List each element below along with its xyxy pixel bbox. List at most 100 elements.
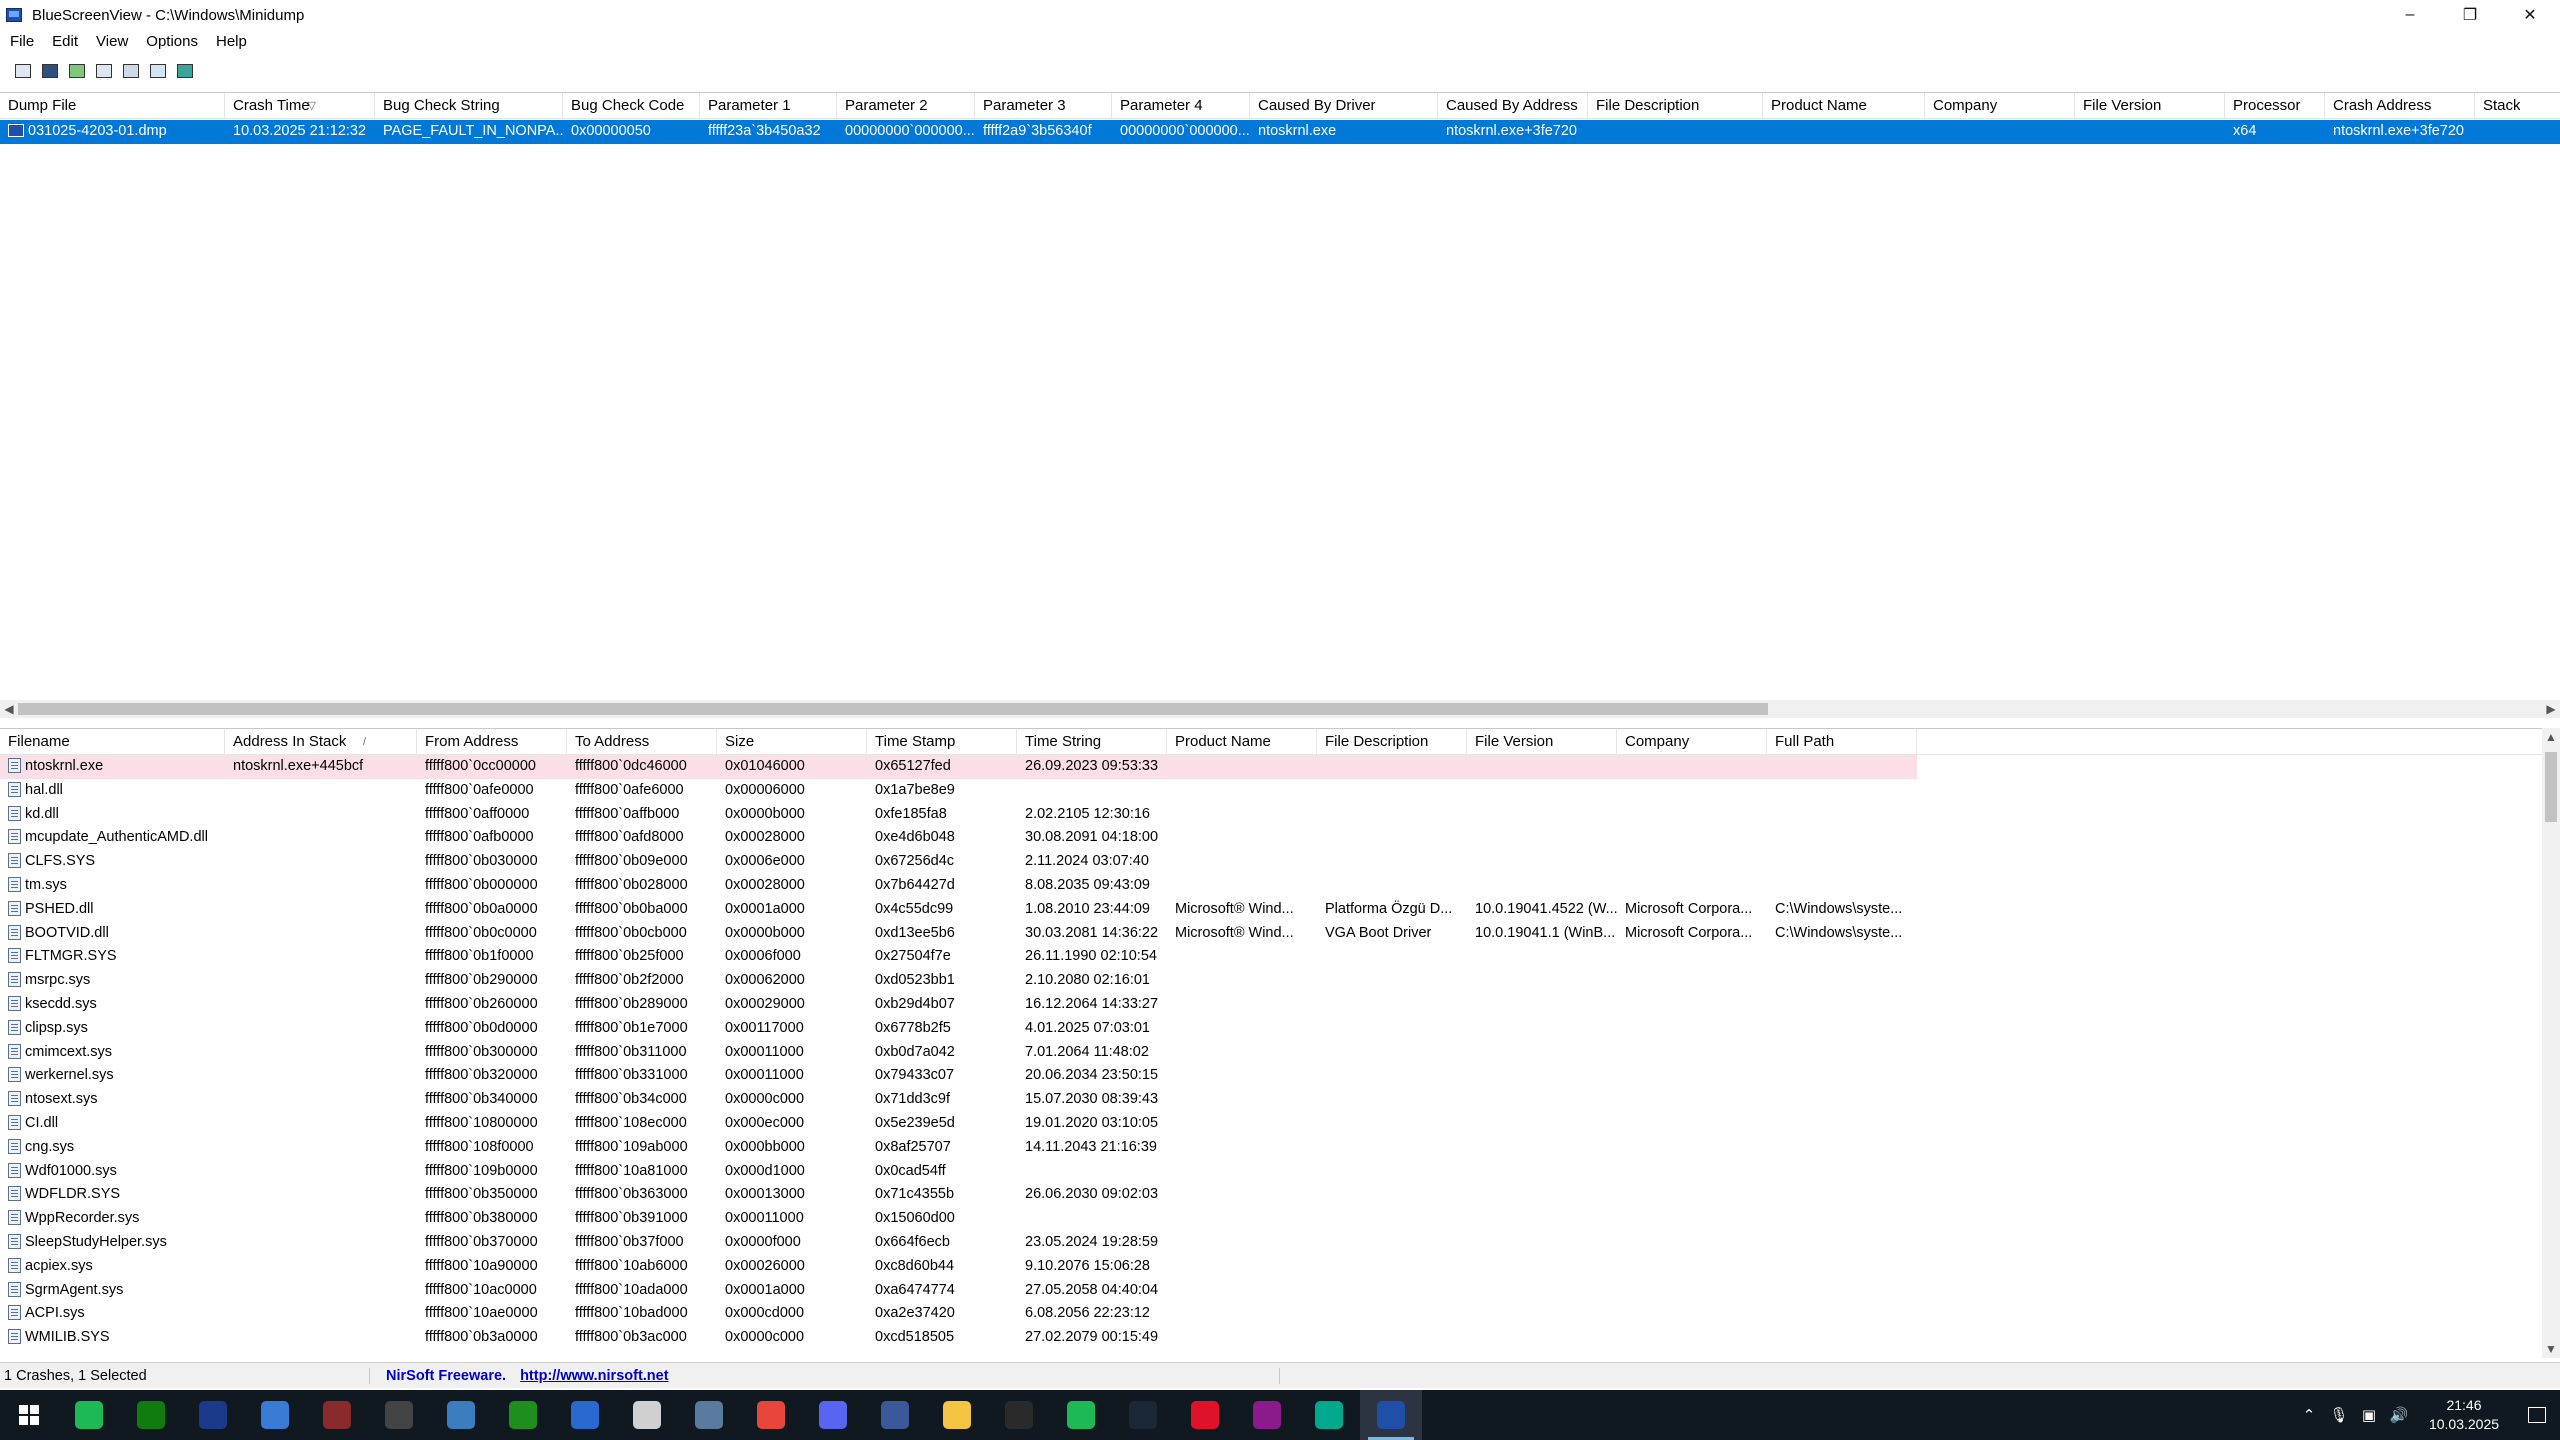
driver-row[interactable]: BOOTVID.dll fffff800`0b0c0000 fffff800`0b0… bbox=[0, 922, 2542, 946]
taskbar-equalizer-app-button[interactable] bbox=[554, 1390, 616, 1440]
driver-row[interactable]: WDFLDR.SYS fffff800`0b350000 fffff800`0b36… bbox=[0, 1183, 2542, 1207]
notification-center-icon[interactable] bbox=[2514, 1390, 2560, 1440]
taskbar-files-app-button[interactable] bbox=[678, 1390, 740, 1440]
driver-row[interactable]: acpiex.sys fffff800`10a90000 fffff800`10ab… bbox=[0, 1255, 2542, 1279]
copy-icon[interactable] bbox=[93, 60, 115, 82]
menu-edit[interactable]: Edit bbox=[42, 33, 86, 50]
taskbar-bluescreenview-button[interactable] bbox=[1360, 1390, 1422, 1440]
driver-list-vscrollbar[interactable]: ▲ ▼ bbox=[2542, 728, 2560, 1358]
col-address-in-stack[interactable]: Address In Stack / bbox=[225, 729, 417, 755]
taskbar-app-window-button[interactable] bbox=[306, 1390, 368, 1440]
driver-row[interactable]: FLTMGR.SYS fffff800`0b1f0000 fffff800`0b25… bbox=[0, 945, 2542, 969]
taskbar-epic-games-button[interactable] bbox=[988, 1390, 1050, 1440]
taskbar-store-button[interactable] bbox=[244, 1390, 306, 1440]
col-full-path[interactable]: Full Path bbox=[1767, 729, 1917, 755]
driver-row[interactable]: ntosext.sys fffff800`0b340000 fffff800`0b3… bbox=[0, 1088, 2542, 1112]
driver-row[interactable]: ntoskrnl.exe ntoskrnl.exe+445bcf fffff800`… bbox=[0, 755, 2542, 779]
col-parameter-3[interactable]: Parameter 3 bbox=[975, 93, 1112, 119]
minimize-button[interactable]: – bbox=[2380, 0, 2440, 30]
driver-row[interactable]: kd.dll fffff800`0aff0000 fffff800`0affb000… bbox=[0, 803, 2542, 827]
taskbar-compass-app-button[interactable] bbox=[616, 1390, 678, 1440]
driver-row[interactable]: WMILIB.SYS fffff800`0b3a0000 fffff800`0b3a… bbox=[0, 1326, 2542, 1350]
driver-row[interactable]: ACPI.sys fffff800`10ae0000 fffff800`10bad0… bbox=[0, 1302, 2542, 1326]
nirsoft-url[interactable]: http://www.nirsoft.net bbox=[520, 1368, 668, 1384]
hscroll-thumb[interactable] bbox=[18, 703, 1768, 715]
driver-row[interactable]: tm.sys fffff800`0b000000 fffff800`0b028000… bbox=[0, 874, 2542, 898]
col-company[interactable]: Company bbox=[1925, 93, 2075, 119]
taskbar-kaspersky-button[interactable] bbox=[1298, 1390, 1360, 1440]
driver-row[interactable]: ksecdd.sys fffff800`0b260000 fffff800`0b28… bbox=[0, 993, 2542, 1017]
mic-icon[interactable]: 🎙 bbox=[2324, 1406, 2354, 1424]
save-icon[interactable] bbox=[39, 60, 61, 82]
col-processor[interactable]: Processor bbox=[2225, 93, 2325, 119]
network-icon[interactable]: ▣ bbox=[2354, 1406, 2384, 1424]
col-dump-file[interactable]: Dump File bbox=[0, 93, 225, 119]
col-crash-address[interactable]: Crash Address bbox=[2325, 93, 2475, 119]
crash-list-hscrollbar[interactable]: ◀ ▶ bbox=[0, 700, 2560, 718]
driver-row[interactable]: mcupdate_AuthenticAMD.dll fffff800`0afb00… bbox=[0, 826, 2542, 850]
driver-row[interactable]: clipsp.sys fffff800`0b0d0000 fffff800`0b1e… bbox=[0, 1017, 2542, 1041]
taskbar-xbox-game-button[interactable] bbox=[492, 1390, 554, 1440]
taskbar-discord-button[interactable] bbox=[802, 1390, 864, 1440]
driver-row[interactable]: CI.dll fffff800`10800000 fffff800`108ec000… bbox=[0, 1112, 2542, 1136]
col-product-name[interactable]: Product Name bbox=[1167, 729, 1317, 755]
find-icon[interactable] bbox=[147, 60, 169, 82]
scroll-up-icon[interactable]: ▲ bbox=[2542, 728, 2560, 746]
crash-row[interactable]: 031025-4203-01.dmp 10.03.2025 21:12:32 P… bbox=[0, 120, 2560, 144]
col-from-address[interactable]: From Address bbox=[417, 729, 567, 755]
scroll-right-icon[interactable]: ▶ bbox=[2542, 700, 2560, 718]
col-time-string[interactable]: Time String bbox=[1017, 729, 1167, 755]
col-product-name[interactable]: Product Name bbox=[1763, 93, 1925, 119]
taskbar-winrar-button[interactable] bbox=[1236, 1390, 1298, 1440]
scroll-down-icon[interactable]: ▼ bbox=[2542, 1340, 2560, 1358]
col-file-description[interactable]: File Description bbox=[1588, 93, 1763, 119]
taskbar-opera-button[interactable] bbox=[1174, 1390, 1236, 1440]
driver-row[interactable]: PSHED.dll fffff800`0b0a0000 fffff800`0b0ba… bbox=[0, 898, 2542, 922]
refresh-icon[interactable] bbox=[66, 60, 88, 82]
properties-icon[interactable] bbox=[12, 60, 34, 82]
col-company[interactable]: Company bbox=[1617, 729, 1767, 755]
taskbar-file-explorer-button[interactable] bbox=[926, 1390, 988, 1440]
col-file-version[interactable]: File Version bbox=[2075, 93, 2225, 119]
restore-button[interactable]: ❐ bbox=[2440, 0, 2500, 30]
close-button[interactable]: ✕ bbox=[2500, 0, 2560, 30]
driver-row[interactable]: SleepStudyHelper.sys fffff800`0b370000 fff… bbox=[0, 1231, 2542, 1255]
volume-icon[interactable]: 🔊 bbox=[2384, 1406, 2414, 1424]
taskbar-clock[interactable]: 21:46 10.03.2025 bbox=[2414, 1396, 2514, 1434]
driver-row[interactable]: cng.sys fffff800`108f0000 fffff800`109ab00… bbox=[0, 1136, 2542, 1160]
driver-row[interactable]: Wdf01000.sys fffff800`109b0000 fffff800`10… bbox=[0, 1160, 2542, 1184]
col-bug-check-string[interactable]: Bug Check String bbox=[375, 93, 563, 119]
col-bug-check-code[interactable]: Bug Check Code bbox=[563, 93, 700, 119]
taskbar-chrome-button[interactable] bbox=[740, 1390, 802, 1440]
taskbar-xbox-button[interactable] bbox=[120, 1390, 182, 1440]
col-caused-by-driver[interactable]: Caused By Driver bbox=[1250, 93, 1438, 119]
col-size[interactable]: Size bbox=[717, 729, 867, 755]
driver-row[interactable]: hal.dll fffff800`0afe0000 fffff800`0afe600… bbox=[0, 779, 2542, 803]
nirsoft-link[interactable]: NirSoft Freeware. http://www.nirsoft.net bbox=[370, 1367, 1280, 1384]
col-stack-address[interactable]: Stack Addre bbox=[2475, 93, 2520, 119]
driver-row[interactable]: WppRecorder.sys fffff800`0b380000 fffff800… bbox=[0, 1207, 2542, 1231]
driver-row[interactable]: msrpc.sys fffff800`0b290000 fffff800`0b2f2… bbox=[0, 969, 2542, 993]
col-parameter-4[interactable]: Parameter 4 bbox=[1112, 93, 1250, 119]
start-button[interactable] bbox=[0, 1390, 58, 1440]
col-to-address[interactable]: To Address bbox=[567, 729, 717, 755]
col-crash-time[interactable]: Crash Time ▽ bbox=[225, 93, 375, 119]
scroll-left-icon[interactable]: ◀ bbox=[0, 700, 18, 718]
col-time-stamp[interactable]: Time Stamp bbox=[867, 729, 1017, 755]
taskbar-steam-button[interactable] bbox=[1112, 1390, 1174, 1440]
menu-view[interactable]: View bbox=[86, 33, 136, 50]
col-parameter-1[interactable]: Parameter 1 bbox=[700, 93, 837, 119]
vscroll-thumb[interactable] bbox=[2545, 752, 2557, 822]
col-filename[interactable]: Filename bbox=[0, 729, 225, 755]
menu-file[interactable]: File bbox=[0, 33, 42, 50]
html-report-icon[interactable] bbox=[120, 60, 142, 82]
driver-row[interactable]: SgrmAgent.sys fffff800`10ac0000 fffff800`1… bbox=[0, 1279, 2542, 1303]
col-caused-by-address[interactable]: Caused By Address bbox=[1438, 93, 1588, 119]
taskbar-circle-app-button[interactable] bbox=[864, 1390, 926, 1440]
driver-row[interactable]: cmimcext.sys fffff800`0b300000 fffff800`0b… bbox=[0, 1041, 2542, 1065]
driver-row[interactable]: CLFS.SYS fffff800`0b030000 fffff800`0b09e0… bbox=[0, 850, 2542, 874]
chevron-up-icon[interactable]: ⌃ bbox=[2294, 1406, 2324, 1424]
driver-row[interactable]: werkernel.sys fffff800`0b320000 fffff800`0… bbox=[0, 1064, 2542, 1088]
col-parameter-2[interactable]: Parameter 2 bbox=[837, 93, 975, 119]
taskbar-media-app-button[interactable] bbox=[182, 1390, 244, 1440]
